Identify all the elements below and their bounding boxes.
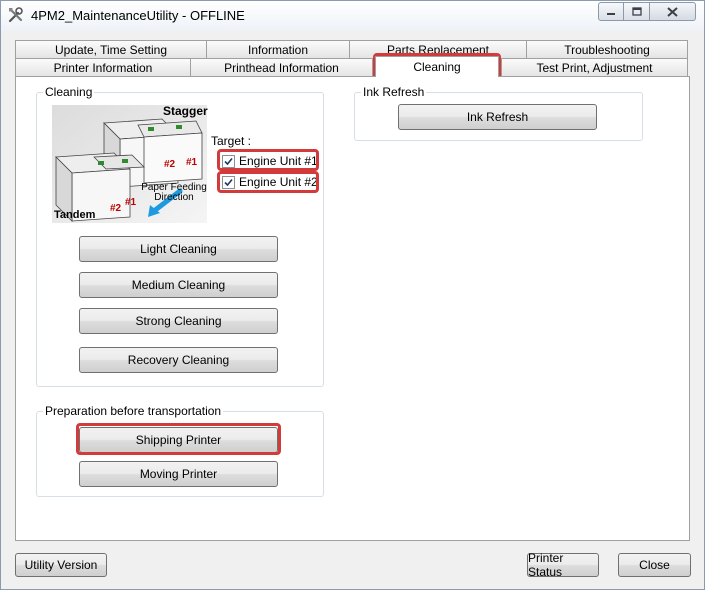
- minimize-button[interactable]: [598, 2, 624, 21]
- light-cleaning-button[interactable]: Light Cleaning: [79, 236, 278, 262]
- cleaning-group-label: Cleaning: [43, 85, 95, 99]
- checkbox-box[interactable]: [222, 175, 235, 189]
- paper-direction-label: Paper Feeding Direction: [141, 182, 207, 203]
- recovery-cleaning-button[interactable]: Recovery Cleaning: [79, 347, 278, 373]
- shipping-printer-button[interactable]: Shipping Printer: [79, 427, 278, 453]
- moving-printer-button[interactable]: Moving Printer: [79, 461, 278, 487]
- engine-unit-2-label: Engine Unit #2: [239, 175, 318, 189]
- unit-tag-stagger-1: #1: [186, 157, 198, 168]
- strong-cleaning-button[interactable]: Strong Cleaning: [79, 308, 278, 334]
- tab-printer-information[interactable]: Printer Information: [15, 58, 191, 77]
- main-window: 4PM2_MaintenanceUtility - OFFLINE Update…: [0, 0, 705, 590]
- cleaning-group: Cleaning Stagger Tandem Paper Feeding Di…: [36, 85, 324, 387]
- window-title: 4PM2_MaintenanceUtility - OFFLINE: [31, 8, 245, 23]
- utility-version-button[interactable]: Utility Version: [15, 553, 107, 577]
- medium-cleaning-button[interactable]: Medium Cleaning: [79, 272, 278, 298]
- tab-test-print-adjustment[interactable]: Test Print, Adjustment: [501, 58, 688, 77]
- window-close-button[interactable]: [650, 2, 696, 21]
- checkbox-box[interactable]: [222, 154, 235, 168]
- engine-unit-2-checkbox[interactable]: Engine Unit #2: [222, 175, 318, 189]
- unit-tag-stagger-2: #2: [164, 159, 176, 170]
- tab-update-time-setting[interactable]: Update, Time Setting: [15, 40, 207, 59]
- close-icon: [667, 6, 678, 17]
- engine-unit-1-checkbox[interactable]: Engine Unit #1: [222, 154, 318, 168]
- unit-tag-tandem-2: #2: [110, 203, 122, 214]
- title-bar: 4PM2_MaintenanceUtility - OFFLINE: [1, 1, 704, 31]
- tab-information[interactable]: Information: [206, 40, 350, 59]
- transport-group: Preparation before transportation Shippi…: [36, 404, 324, 497]
- tab-printhead-information[interactable]: Printhead Information: [190, 58, 373, 77]
- tab-troubleshooting[interactable]: Troubleshooting: [526, 40, 688, 59]
- printer-status-button[interactable]: Printer Status: [527, 551, 599, 579]
- ink-refresh-group: Ink Refresh Ink Refresh: [354, 85, 643, 141]
- cleaning-tab-panel: Cleaning Stagger Tandem Paper Feeding Di…: [15, 76, 690, 541]
- stagger-label: Stagger: [163, 104, 208, 118]
- tandem-label: Tandem: [54, 209, 96, 221]
- maximize-icon: [631, 7, 642, 16]
- target-label: Target :: [211, 134, 252, 148]
- tools-icon: [8, 7, 23, 23]
- checkmark-icon: [224, 157, 233, 165]
- engine-unit-1-label: Engine Unit #1: [239, 154, 318, 168]
- transport-group-label: Preparation before transportation: [43, 404, 224, 418]
- ink-refresh-button[interactable]: Ink Refresh: [398, 104, 597, 130]
- unit-tag-tandem-1: #1: [125, 197, 137, 208]
- tab-cleaning[interactable]: Cleaning: [375, 56, 499, 77]
- close-button[interactable]: Close: [618, 553, 691, 577]
- checkmark-icon: [224, 178, 233, 186]
- maximize-button[interactable]: [624, 2, 650, 21]
- minimize-icon: [607, 12, 615, 15]
- ink-refresh-group-label: Ink Refresh: [361, 85, 427, 99]
